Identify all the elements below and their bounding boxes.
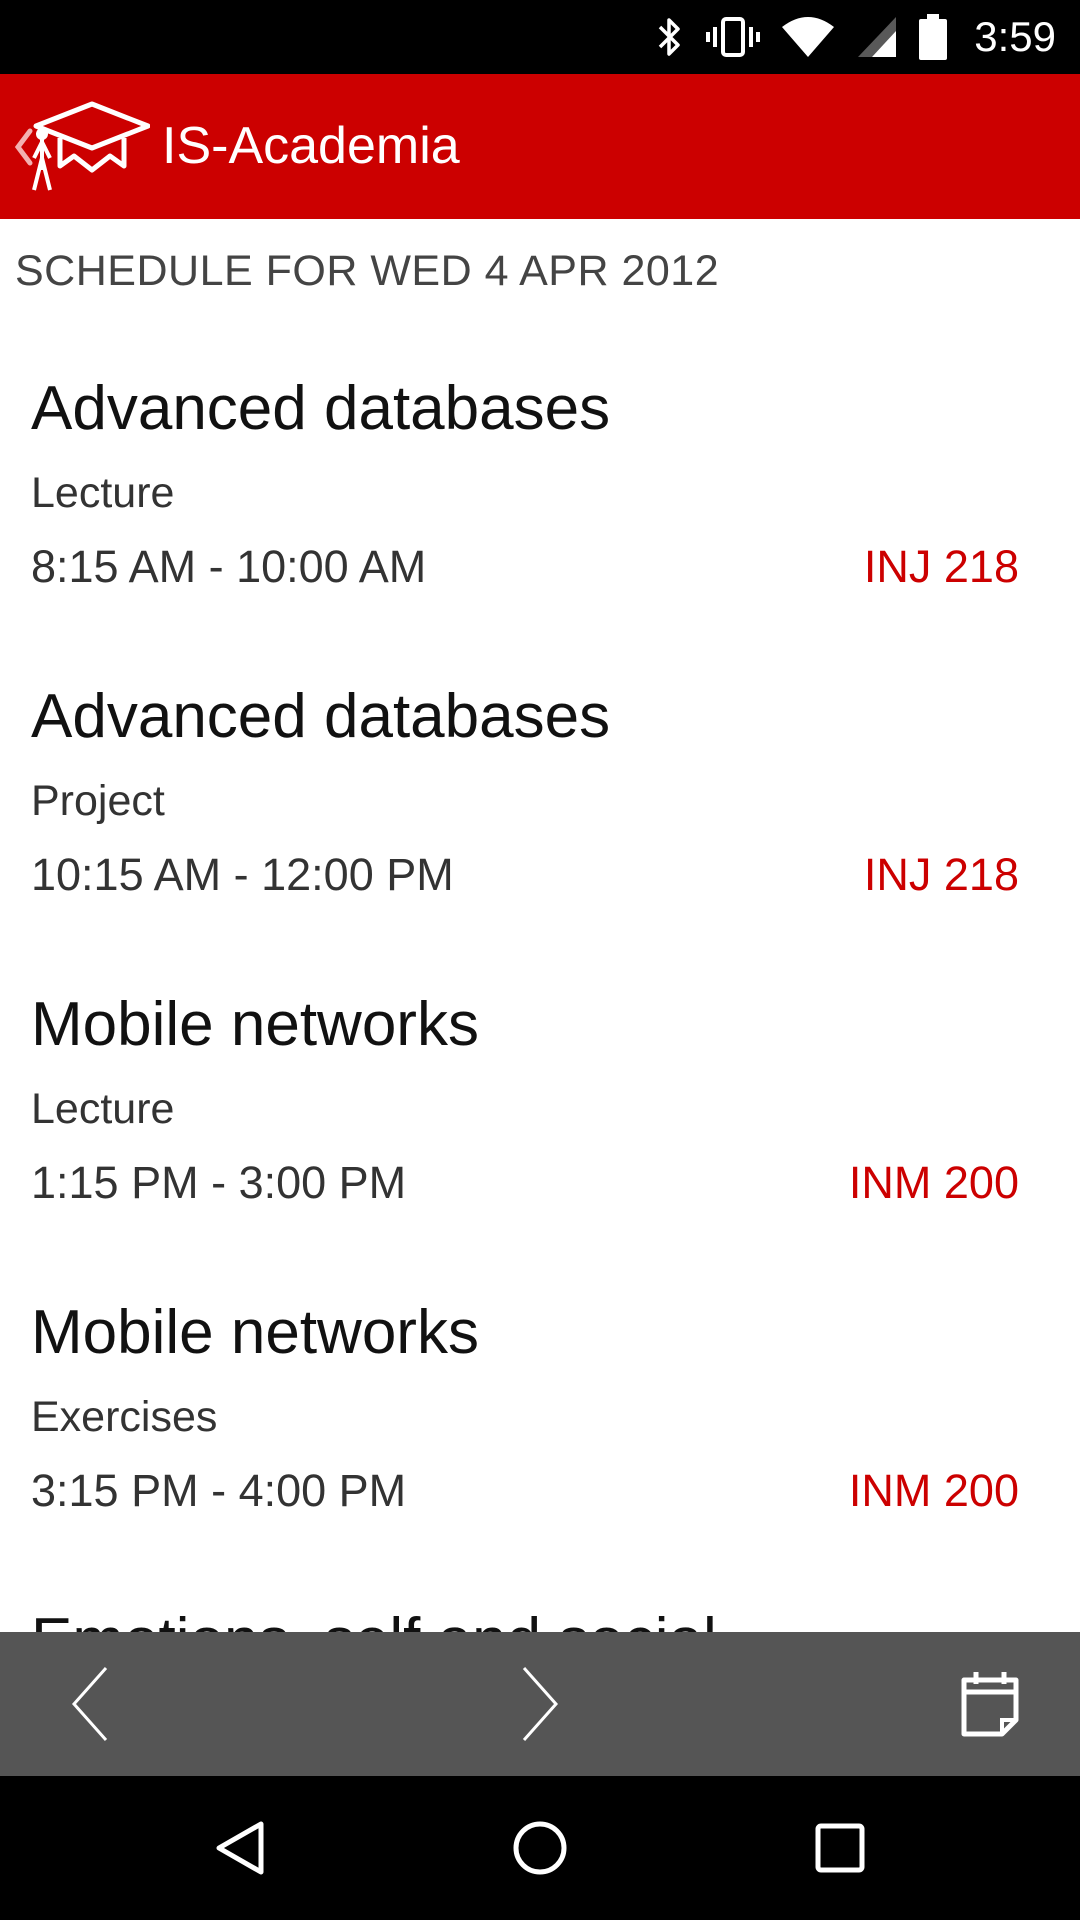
- home-icon[interactable]: [470, 1776, 610, 1920]
- list-item[interactable]: Advanced databases Lecture 8:15 AM - 10:…: [31, 373, 1019, 673]
- course-type: Lecture: [31, 1085, 175, 1133]
- list-item[interactable]: Mobile networks Lecture 1:15 PM - 3:00 P…: [31, 989, 1019, 1289]
- graduation-cap-logo[interactable]: [28, 100, 151, 194]
- list-item[interactable]: Mobile networks Exercises 3:15 PM - 4:00…: [31, 1297, 1019, 1597]
- day-navigation-bar: [0, 1632, 1080, 1776]
- list-item[interactable]: Emotions, self and social: [31, 1605, 1019, 1632]
- course-time: 8:15 AM - 10:00 AM: [31, 541, 427, 592]
- cell-signal-icon: [856, 15, 898, 59]
- course-type: Lecture: [31, 469, 175, 517]
- course-type: Project: [31, 777, 165, 825]
- status-time: 3:59: [974, 13, 1056, 60]
- previous-day-icon[interactable]: [30, 1632, 150, 1776]
- vibrate-icon: [706, 15, 761, 59]
- room-link[interactable]: INJ 218: [864, 541, 1019, 593]
- room-link[interactable]: INM 200: [849, 1157, 1019, 1209]
- bluetooth-icon: [652, 15, 686, 59]
- course-title: Advanced databases: [31, 374, 611, 443]
- course-title: Mobile networks: [31, 1298, 479, 1367]
- status-bar: 3:59: [0, 0, 1080, 74]
- calendar-icon[interactable]: [930, 1632, 1050, 1776]
- next-day-icon[interactable]: [480, 1632, 600, 1776]
- course-type: Exercises: [31, 1393, 218, 1441]
- schedule-date-header: SCHEDULE FOR WED 4 APR 2012: [15, 247, 720, 295]
- course-time: 3:15 PM - 4:00 PM: [31, 1465, 407, 1516]
- course-title: Emotions, self and social: [31, 1605, 717, 1632]
- course-time: 10:15 AM - 12:00 PM: [31, 849, 454, 900]
- status-icons: 3:59: [652, 0, 1056, 74]
- app-title: IS-Academia: [162, 117, 460, 175]
- battery-icon: [918, 13, 948, 61]
- recents-icon[interactable]: [770, 1776, 910, 1920]
- app-bar: IS-Academia: [0, 74, 1080, 219]
- wifi-icon: [780, 15, 836, 59]
- schedule-list[interactable]: SCHEDULE FOR WED 4 APR 2012 Advanced dat…: [0, 219, 1080, 1632]
- room-link[interactable]: INJ 218: [864, 849, 1019, 901]
- course-time: 1:15 PM - 3:00 PM: [31, 1157, 407, 1208]
- course-title: Advanced databases: [31, 682, 611, 751]
- course-title: Mobile networks: [31, 990, 479, 1059]
- room-link[interactable]: INM 200: [849, 1465, 1019, 1517]
- back-icon[interactable]: [170, 1776, 310, 1920]
- system-nav-bar: [0, 1776, 1080, 1920]
- list-item[interactable]: Advanced databases Project 10:15 AM - 12…: [31, 681, 1019, 981]
